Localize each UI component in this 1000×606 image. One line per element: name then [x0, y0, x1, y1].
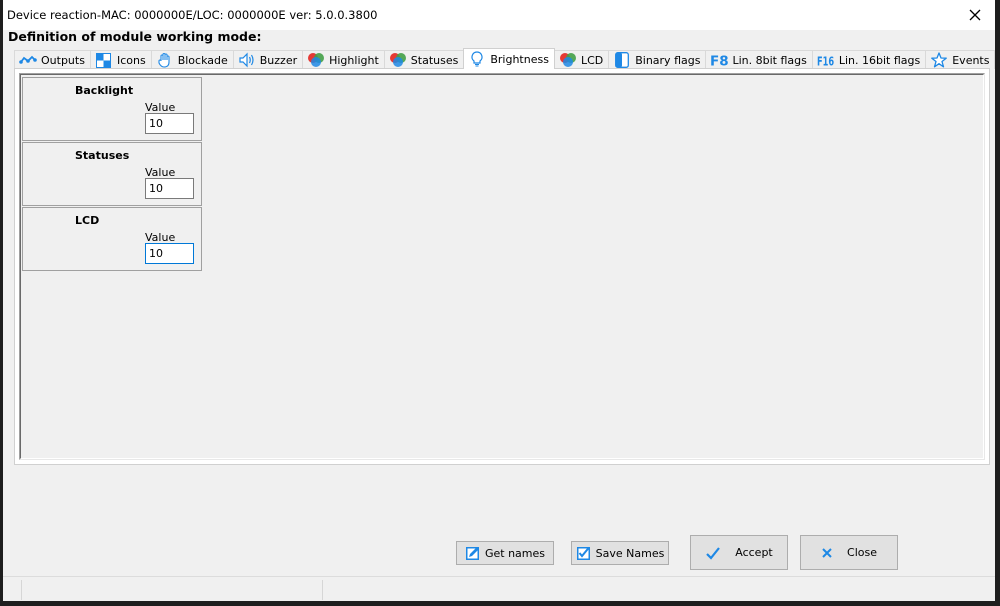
f16-icon: F16 — [817, 52, 835, 68]
binary-flags-icon — [613, 52, 631, 68]
statuses-icon — [389, 52, 407, 68]
accept-button[interactable]: Accept — [690, 535, 788, 570]
tab-outputs[interactable]: Outputs — [14, 50, 91, 69]
tab-panel-brightness: Backlight Value Statuses Value LCD Value — [14, 68, 990, 465]
icons-icon — [95, 52, 113, 68]
lcd-group: LCD Value — [22, 207, 202, 271]
tab-label: Brightness — [490, 52, 549, 66]
tab-lcd[interactable]: LCD — [553, 50, 610, 69]
tab-label: Highlight — [329, 53, 379, 67]
group-title: LCD — [75, 214, 100, 227]
brightness-content: Backlight Value Statuses Value LCD Value — [19, 73, 985, 460]
tab-statuses[interactable]: Statuses — [383, 50, 465, 69]
tab-label: Outputs — [41, 53, 85, 67]
close-icon — [969, 9, 981, 21]
backlight-group: Backlight Value — [22, 77, 202, 141]
window-close-button[interactable] — [965, 5, 985, 25]
tab-binary-flags[interactable]: Binary flags — [608, 50, 707, 69]
backlight-value-input[interactable] — [145, 113, 194, 134]
tab-label: Lin. 16bit flags — [838, 53, 921, 67]
tab-label: Blockade — [177, 53, 228, 67]
title-bar: Device reaction-MAC: 0000000E/LOC: 00000… — [3, 0, 995, 30]
tab-bar: Outputs Icons Blockade Buzzer Highlight … — [14, 48, 996, 69]
close-icon — [821, 547, 833, 559]
tab-events[interactable]: Events — [925, 50, 996, 69]
f8-icon: F8 — [710, 52, 728, 68]
group-title: Backlight — [75, 84, 134, 97]
highlight-icon — [307, 52, 325, 68]
tab-label: Icons — [116, 53, 146, 67]
button-label: Get names — [484, 546, 546, 560]
page-title: Definition of module working mode: — [8, 29, 262, 44]
tab-lin-8bit-flags[interactable]: F8 Lin. 8bit flags — [705, 50, 813, 69]
tab-brightness[interactable]: Brightness — [463, 48, 555, 69]
lcd-icon — [559, 52, 577, 68]
tab-highlight[interactable]: Highlight — [302, 50, 385, 69]
svg-text:F8: F8 — [710, 53, 728, 68]
button-label: Accept — [735, 546, 773, 559]
outputs-icon — [19, 52, 37, 68]
lcd-value-input[interactable] — [145, 243, 194, 264]
statuses-group: Statuses Value — [22, 142, 202, 206]
checkmark-icon — [705, 545, 721, 561]
dialog-window: Device reaction-MAC: 0000000E/LOC: 00000… — [0, 0, 996, 601]
button-label: Close — [847, 546, 877, 559]
speaker-icon — [238, 52, 256, 68]
tab-lin-16bit-flags[interactable]: F16 Lin. 16bit flags — [811, 50, 927, 69]
tab-icons[interactable]: Icons — [89, 50, 152, 69]
tab-label: Statuses — [410, 53, 459, 67]
save-edit-icon — [576, 545, 592, 561]
statuses-value-input[interactable] — [145, 178, 194, 199]
star-icon — [930, 52, 948, 68]
svg-text:F16: F16 — [817, 53, 834, 68]
hand-icon — [156, 52, 174, 68]
status-bar — [3, 576, 995, 601]
bulb-icon — [468, 51, 486, 67]
tab-label: Buzzer — [259, 53, 298, 67]
tab-label: Events — [952, 53, 990, 67]
tab-label: Binary flags — [635, 53, 701, 67]
status-divider — [322, 580, 323, 600]
close-button[interactable]: Close — [800, 535, 898, 570]
status-divider — [21, 580, 22, 600]
tab-label: Lin. 8bit flags — [732, 53, 807, 67]
get-names-button[interactable]: Get names — [456, 541, 554, 565]
button-label: Save Names — [595, 546, 665, 560]
tab-blockade[interactable]: Blockade — [150, 50, 234, 69]
tab-buzzer[interactable]: Buzzer — [232, 50, 304, 69]
group-title: Statuses — [75, 149, 130, 162]
edit-icon — [465, 545, 481, 561]
tab-label: LCD — [580, 53, 604, 67]
save-names-button[interactable]: Save Names — [571, 541, 669, 565]
window-title: Device reaction-MAC: 0000000E/LOC: 00000… — [7, 8, 378, 22]
